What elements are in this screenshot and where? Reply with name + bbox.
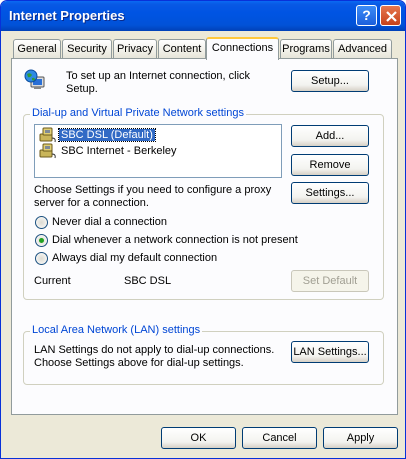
remove-button[interactable]: Remove — [291, 154, 369, 176]
apply-button-label: Apply — [346, 432, 375, 444]
setup-button[interactable]: Setup... — [291, 70, 369, 92]
dialup-connection-icon — [39, 127, 56, 143]
radio-button-checked[interactable] — [35, 234, 48, 247]
cancel-button-label: Cancel — [262, 432, 297, 444]
dialup-connection-icon — [39, 143, 56, 159]
connection-item-label: SBC DSL (Default) — [58, 128, 156, 142]
current-label: Current — [34, 275, 71, 287]
tab-connections[interactable]: Connections — [206, 37, 279, 60]
settings-button[interactable]: Settings... — [291, 182, 369, 204]
dialup-group-label: Dial-up and Virtual Private Network sett… — [30, 107, 246, 119]
ok-button[interactable]: OK — [161, 427, 236, 449]
add-button-label: Add... — [315, 130, 345, 142]
tab-strip: General Security Privacy Content Connect… — [1, 37, 405, 60]
radio-label: Never dial a connection — [52, 216, 167, 228]
lan-text-line1: LAN Settings do not apply to dial-up con… — [34, 344, 275, 356]
cancel-button[interactable]: Cancel — [242, 427, 317, 449]
set-default-button[interactable]: Set Default — [291, 270, 369, 292]
setup-button-label: Setup... — [311, 75, 349, 87]
remove-button-label: Remove — [309, 159, 351, 171]
radio-label: Dial whenever a network connection is no… — [52, 234, 298, 246]
proxy-text-line2: server for a connection. — [34, 197, 149, 209]
add-button[interactable]: Add... — [291, 125, 369, 147]
internet-properties-window: Internet Properties ? General Security P… — [0, 0, 406, 459]
help-button[interactable]: ? — [356, 5, 377, 26]
title-bar[interactable]: Internet Properties ? — [1, 1, 405, 31]
apply-button[interactable]: Apply — [323, 427, 398, 449]
ok-button-label: OK — [190, 432, 207, 444]
current-value: SBC DSL — [124, 275, 172, 287]
tab-privacy[interactable]: Privacy — [113, 39, 157, 59]
window-title: Internet Properties — [9, 8, 125, 23]
radio-label: Always dial my default connection — [52, 252, 218, 264]
radio-button[interactable] — [35, 252, 48, 265]
tab-programs[interactable]: Programs — [280, 39, 332, 59]
lan-text-line2: Choose Settings above for dial-up settin… — [34, 357, 244, 369]
settings-button-label: Settings... — [305, 187, 355, 199]
lan-group-label: Local Area Network (LAN) settings — [30, 324, 203, 336]
globe-computer-icon — [24, 69, 46, 91]
tab-security[interactable]: Security — [62, 39, 112, 59]
tab-general[interactable]: General — [13, 39, 61, 59]
set-default-button-label: Set Default — [302, 275, 358, 287]
tab-content[interactable]: Content — [158, 39, 206, 59]
setup-text-line1: To set up an Internet connection, click — [66, 70, 251, 82]
lan-settings-button-label: LAN Settings... — [293, 346, 367, 358]
connections-panel: To set up an Internet connection, click … — [11, 58, 398, 415]
connection-item-label: SBC Internet - Berkeley — [61, 145, 177, 157]
tab-advanced[interactable]: Advanced — [333, 39, 392, 59]
setup-text-line2: Setup. — [66, 83, 98, 95]
close-x-icon — [386, 11, 397, 22]
radio-button[interactable] — [35, 216, 48, 229]
close-button[interactable] — [380, 5, 401, 26]
connections-listbox[interactable]: SBC DSL (Default) SBC Internet - Berkele… — [34, 124, 282, 178]
proxy-text-line1: Choose Settings if you need to configure… — [34, 184, 272, 196]
lan-settings-button[interactable]: LAN Settings... — [291, 341, 369, 363]
